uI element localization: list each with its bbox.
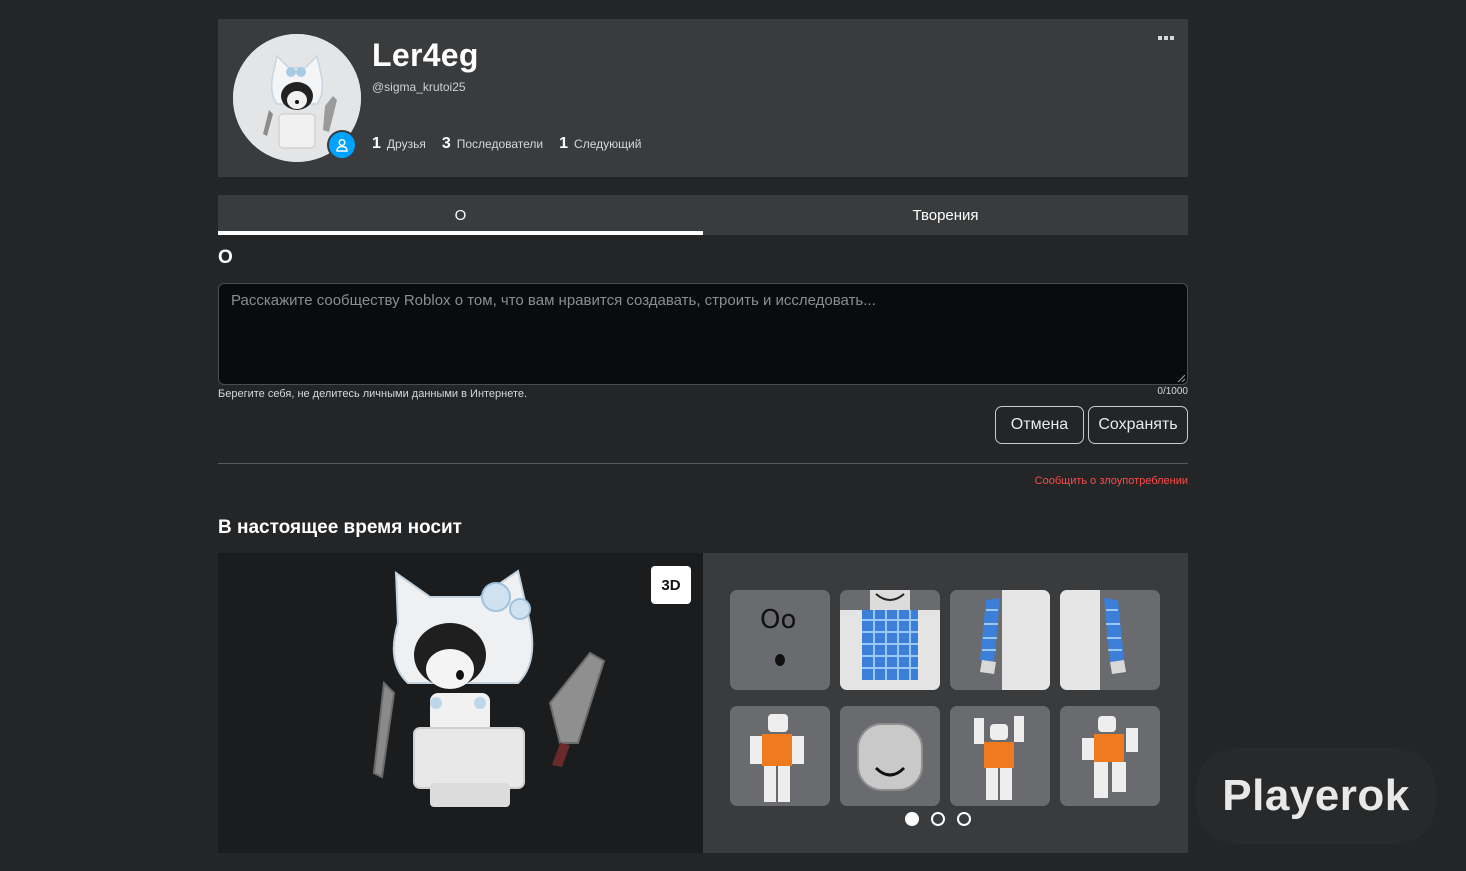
- display-name: Ler4eg: [372, 37, 479, 73]
- tab-about[interactable]: О: [218, 195, 703, 235]
- idle-animation-item[interactable]: [730, 706, 830, 806]
- left-arm-item[interactable]: [950, 590, 1050, 690]
- report-abuse-link[interactable]: Сообщить о злоупотреблении: [1035, 475, 1188, 487]
- 3d-toggle-button[interactable]: 3D: [651, 566, 691, 604]
- followers-count: 3: [441, 135, 451, 152]
- head-item[interactable]: [840, 706, 940, 806]
- avatar-viewer[interactable]: 3D: [218, 553, 703, 853]
- currently-wearing-heading: В настоящее время носит: [218, 517, 462, 538]
- page-dot-2[interactable]: [931, 812, 945, 826]
- watermark-logo: Playerok: [1196, 748, 1436, 844]
- cancel-button[interactable]: Отмена: [995, 406, 1084, 444]
- svg-text:Oo: Oo: [760, 605, 796, 635]
- items-pagination: [905, 812, 971, 826]
- resize-grip-icon[interactable]: [1177, 374, 1185, 382]
- wearing-items-panel: Oo: [703, 553, 1188, 853]
- face-item[interactable]: Oo: [730, 590, 830, 690]
- following-label: Следующий: [574, 137, 642, 151]
- following-count: 1: [559, 135, 569, 152]
- followers-stat[interactable]: 3 Последователи: [442, 135, 543, 153]
- friends-stat[interactable]: 1 Друзья: [372, 135, 426, 153]
- followers-label: Последователи: [456, 137, 544, 151]
- friends-label: Друзья: [386, 137, 426, 151]
- char-count: 0/1000: [1157, 386, 1188, 397]
- about-textarea-container: [218, 283, 1188, 385]
- about-heading: О: [218, 247, 233, 268]
- shirt-item[interactable]: [840, 590, 940, 690]
- save-button[interactable]: Сохранять: [1088, 406, 1188, 444]
- following-stat[interactable]: 1 Следующий: [559, 135, 641, 153]
- about-actions: Отмена Сохранять: [995, 406, 1188, 444]
- page-dot-3[interactable]: [957, 812, 971, 826]
- online-status-icon: [327, 130, 357, 160]
- friends-count: 1: [372, 135, 381, 152]
- run-animation-item[interactable]: [1060, 706, 1160, 806]
- profile-stats: 1 Друзья 3 Последователи 1 Следующий: [372, 135, 641, 153]
- section-divider: [218, 463, 1188, 464]
- about-input[interactable]: [219, 284, 1187, 384]
- avatar-render: [372, 569, 606, 807]
- username: @sigma_krutoi25: [372, 80, 466, 94]
- right-arm-item[interactable]: [1060, 590, 1160, 690]
- climb-animation-item[interactable]: [950, 706, 1050, 806]
- profile-tabs: О Творения: [218, 195, 1188, 235]
- wearing-items-grid: Oo: [730, 590, 1160, 806]
- profile-header: Ler4eg @sigma_krutoi25 1 Друзья 3 Послед…: [218, 19, 1188, 177]
- profile-page: Ler4eg @sigma_krutoi25 1 Друзья 3 Послед…: [218, 19, 1188, 853]
- more-options-icon[interactable]: [1158, 36, 1174, 40]
- safety-note: Берегите себя, не делитесь личными данны…: [218, 388, 528, 400]
- page-dot-1[interactable]: [905, 812, 919, 826]
- tab-creations[interactable]: Творения: [703, 195, 1188, 235]
